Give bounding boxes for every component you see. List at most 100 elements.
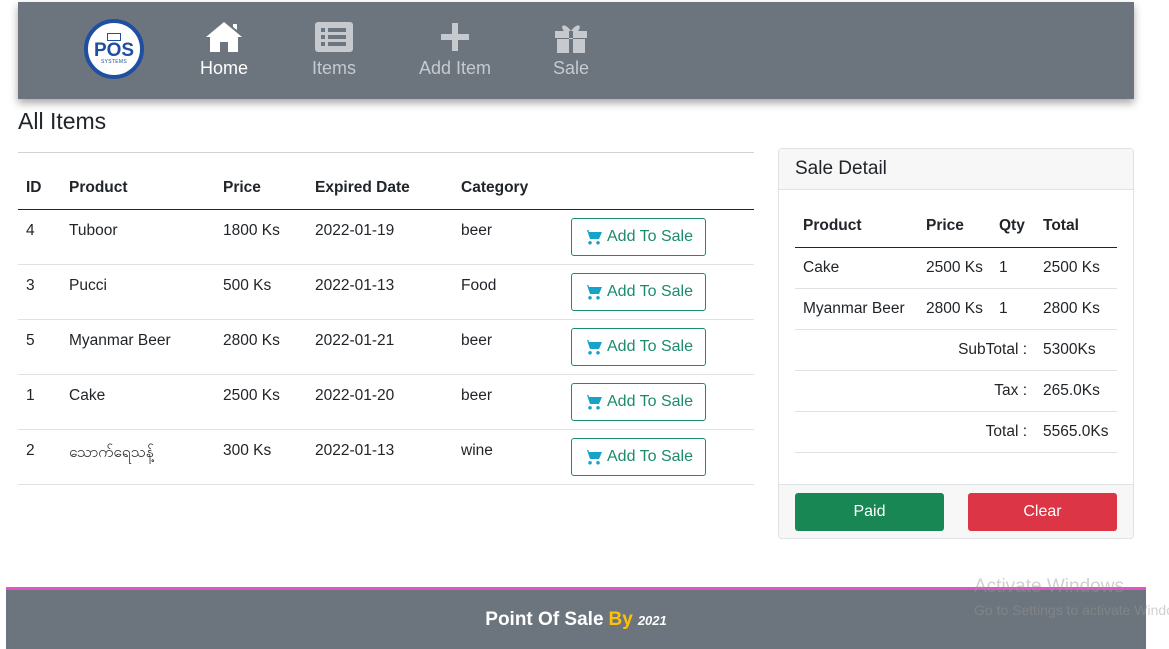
subtotal-row: SubTotal : 5300Ks [795,329,1117,371]
nav-home-label: Home [200,58,249,78]
cell-category: beer [453,374,563,430]
cell-product: သောက်ရေသန့် [61,429,215,485]
add-to-sale-label: Add To Sale [607,227,693,245]
subtotal-label: SubTotal : [795,329,1035,371]
cart-icon [584,449,602,465]
cart-icon [584,229,602,245]
sale-cell-total: 2800 Ks [1035,288,1117,330]
total-label: Total : [795,411,1035,453]
nav-items-label: Items [312,58,357,78]
table-row: 3 Pucci 500 Ks 2022-01-13 Food Add To Sa… [18,264,754,320]
cell-action: Add To Sale [563,209,754,265]
cell-category: beer [453,319,563,375]
add-to-sale-label: Add To Sale [607,392,693,410]
list-icon [315,22,353,52]
sale-cell-price: 2800 Ks [918,288,991,330]
plus-icon [441,23,470,51]
add-to-sale-label: Add To Sale [607,337,693,355]
cell-product: Myanmar Beer [61,319,215,375]
nav-add-item-label: Add Item [419,58,492,78]
cell-price: 1800 Ks [215,209,307,265]
paid-button[interactable]: Paid [795,493,944,531]
home-icon [206,22,242,52]
cell-price: 2800 Ks [215,319,307,375]
add-to-sale-button[interactable]: Add To Sale [571,327,706,366]
cell-product: Cake [61,374,215,430]
sale-col-product: Product [795,206,918,248]
add-to-sale-button[interactable]: Add To Sale [571,382,706,421]
cell-expired: 2022-01-21 [307,319,453,375]
nav-home[interactable]: Home [200,20,248,79]
sale-col-qty: Qty [991,206,1035,248]
cell-id: 2 [18,429,61,485]
nav-items[interactable]: Items [312,20,356,79]
page-title: All Items [18,108,107,134]
cell-product: Pucci [61,264,215,320]
col-expired-date: Expired Date [307,168,453,210]
sale-cell-product: Myanmar Beer [795,288,918,330]
sale-col-total: Total [1035,206,1117,248]
clear-button[interactable]: Clear [968,493,1117,531]
cell-price: 2500 Ks [215,374,307,430]
col-category: Category [453,168,563,210]
gift-icon [555,25,587,53]
logo-text: POS [93,40,135,61]
footer-title: Point Of Sale [485,608,604,630]
watermark-line1: Activate Windows [974,576,1124,597]
tax-value: 265.0Ks [1035,370,1117,412]
col-actions [563,168,754,210]
cell-action: Add To Sale [563,319,754,375]
sale-detail-body: Product Price Qty Total Cake 2500 Ks 1 2… [779,190,1133,453]
tax-label: Tax : [795,370,1035,412]
activate-windows-watermark: Activate Windows Go to Settings to activ… [974,576,1169,618]
cell-id: 3 [18,264,61,320]
cell-action: Add To Sale [563,264,754,320]
table-row: 2 သောက်ရေသန့် 300 Ks 2022-01-13 wine Add… [18,429,754,485]
sale-table: Product Price Qty Total Cake 2500 Ks 1 2… [795,206,1117,453]
cart-icon [584,394,602,410]
cell-id: 4 [18,209,61,265]
cart-icon [584,339,602,355]
cell-action: Add To Sale [563,374,754,430]
sale-table-header: Product Price Qty Total [795,206,1117,248]
navbar: POS SYSTEMS Home Items Add Item Sale [18,2,1134,99]
nav-sale[interactable]: Sale [551,20,591,79]
sale-row: Myanmar Beer 2800 Ks 1 2800 Ks [795,288,1117,330]
col-id: ID [18,168,61,210]
nav-add-item[interactable]: Add Item [419,20,491,79]
subtotal-value: 5300Ks [1035,329,1117,371]
footer-text: Point Of Sale By 2021 [485,609,666,631]
nav-sale-label: Sale [552,58,590,78]
total-row: Total : 5565.0Ks [795,411,1117,453]
footer-by: By [608,608,633,630]
cell-id: 5 [18,319,61,375]
footer-year: 2021 [637,612,667,628]
divider [18,152,754,153]
cell-expired: 2022-01-13 [307,429,453,485]
cell-expired: 2022-01-20 [307,374,453,430]
sale-cell-qty: 1 [991,288,1035,330]
add-to-sale-label: Add To Sale [607,447,693,465]
logo-subtext: SYSTEMS [101,59,127,65]
add-to-sale-label: Add To Sale [607,282,693,300]
sale-detail-card: Sale Detail Product Price Qty Total Cake… [778,148,1134,539]
add-to-sale-button[interactable]: Add To Sale [571,272,706,311]
sale-cell-price: 2500 Ks [918,247,991,289]
add-to-sale-button[interactable]: Add To Sale [571,437,706,476]
col-product: Product [61,168,215,210]
watermark-line2: Go to Settings to activate Windows. [974,602,1169,618]
cell-category: wine [453,429,563,485]
cart-icon [584,284,602,300]
cell-action: Add To Sale [563,429,754,485]
cell-category: beer [453,209,563,265]
table-row: 5 Myanmar Beer 2800 Ks 2022-01-21 beer A… [18,319,754,375]
pos-logo[interactable]: POS SYSTEMS [84,19,144,79]
cell-product: Tuboor [61,209,215,265]
add-to-sale-button[interactable]: Add To Sale [571,217,706,256]
sale-cell-qty: 1 [991,247,1035,289]
sale-cell-total: 2500 Ks [1035,247,1117,289]
cell-expired: 2022-01-19 [307,209,453,265]
sale-detail-title: Sale Detail [779,149,1133,190]
col-price: Price [215,168,307,210]
items-table-header: ID Product Price Expired Date Category [18,168,754,210]
